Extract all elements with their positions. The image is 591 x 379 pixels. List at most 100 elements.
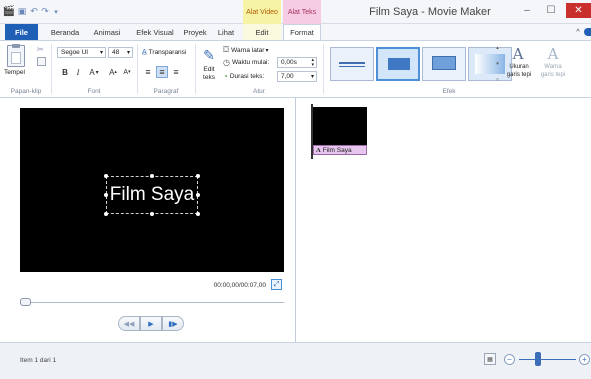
expand-gallery-icon[interactable]: ▿ xyxy=(496,77,499,83)
seek-thumb[interactable] xyxy=(20,298,31,306)
effects-gallery-scroll[interactable]: ▴ ▾ ▿ xyxy=(494,45,501,83)
zoom-thumb[interactable] xyxy=(535,352,541,366)
previous-frame-icon[interactable]: ◀◀ xyxy=(118,316,140,331)
close-icon[interactable]: ✕ xyxy=(566,3,591,18)
chevron-down-icon: ▾ xyxy=(99,50,103,56)
font-color-label: A xyxy=(89,67,95,77)
ribbon-collapse-icon[interactable]: ^ xyxy=(573,24,583,40)
clipboard-group-label: Papan-klip xyxy=(10,88,42,95)
zoom-slider[interactable] xyxy=(519,359,576,360)
paste-icon[interactable] xyxy=(7,44,25,67)
thumbnail-size-icon[interactable]: ▦ xyxy=(484,353,496,365)
shrink-font-button[interactable]: A ▾ xyxy=(121,66,133,78)
tab-animations[interactable]: Animasi xyxy=(90,24,124,40)
save-icon[interactable]: ▣ xyxy=(17,5,27,18)
next-frame-icon[interactable]: ▮▶ xyxy=(162,316,184,331)
font-group-label: Font xyxy=(87,88,101,95)
tab-format[interactable]: Format xyxy=(283,24,321,40)
help-icon[interactable] xyxy=(584,28,591,36)
effect-box-icon xyxy=(432,56,456,70)
chevron-down-icon: ▾ xyxy=(126,50,130,56)
clip-caption-bar[interactable]: A Film Saya xyxy=(313,145,367,155)
spinner-icon[interactable]: ▴ ▾ xyxy=(311,57,314,68)
time-display: 00:00,00/00:07,00 xyxy=(213,281,266,289)
bold-button[interactable]: B xyxy=(60,66,70,78)
font-size-select[interactable]: 48 ▾ xyxy=(108,47,133,58)
scroll-up-icon[interactable]: ▴ xyxy=(496,45,499,51)
video-tools-context-label: Alat Video xyxy=(243,0,281,24)
caption-text-icon: A xyxy=(316,146,321,154)
align-right-icon[interactable]: ≡ xyxy=(170,66,182,78)
paste-button-label[interactable]: Tempel xyxy=(4,68,25,77)
zoom-out-button[interactable]: − xyxy=(504,354,515,365)
chevron-down-icon: ▾ xyxy=(265,47,269,54)
resize-handle[interactable] xyxy=(196,212,200,216)
resize-handle[interactable] xyxy=(104,174,108,178)
transparency-label: Transparansi xyxy=(148,49,187,56)
caption-text[interactable]: Film Saya xyxy=(106,176,198,214)
tab-home[interactable]: Beranda xyxy=(48,24,82,40)
font-color-button[interactable]: A ▾ xyxy=(87,66,101,78)
scroll-down-icon[interactable]: ▾ xyxy=(496,61,499,67)
duration-field-label: ◔ Durasi teks: xyxy=(223,71,264,82)
grow-arrow-icon: ▴ xyxy=(114,69,117,75)
paragraph-group-label: Paragraf xyxy=(153,88,179,95)
maximize-icon[interactable]: ☐ xyxy=(540,3,562,18)
minimize-icon[interactable]: – xyxy=(516,3,538,18)
transparency-button[interactable]: A̲ Transparansi xyxy=(142,47,186,58)
play-icon[interactable]: ▶ xyxy=(140,316,162,331)
tab-project[interactable]: Proyek xyxy=(180,24,210,40)
resize-handle[interactable] xyxy=(196,174,200,178)
chevron-down-icon: ▾ xyxy=(310,74,314,80)
italic-button[interactable]: I xyxy=(73,66,83,78)
paint-bucket-icon: ⛋ xyxy=(223,45,230,54)
align-center-icon[interactable]: ≡ xyxy=(156,66,168,78)
effect-lines-icon xyxy=(339,62,365,67)
resize-handle[interactable] xyxy=(104,193,108,197)
duration-select[interactable]: 7,00 ▾ xyxy=(277,71,317,82)
resize-handle[interactable] xyxy=(104,212,108,216)
duration-label: Durasi teks: xyxy=(229,73,265,80)
start-time-value: 0,00s xyxy=(281,59,297,66)
start-time-input[interactable]: 0,00s ▴ ▾ xyxy=(277,57,317,68)
background-color-label: Warna latar xyxy=(231,46,265,54)
redo-icon[interactable]: ↷ xyxy=(40,5,50,18)
qat-dropdown-icon[interactable]: ▾ xyxy=(51,5,61,18)
adjust-group-label: Atur xyxy=(253,88,265,95)
fullscreen-icon[interactable]: ⤢ xyxy=(271,279,282,290)
edit-text-icon[interactable]: ✎ xyxy=(201,46,217,64)
resize-handle[interactable] xyxy=(196,193,200,197)
edit-text-button-label[interactable]: Edit teks xyxy=(199,66,219,84)
effect-box-icon xyxy=(388,58,410,70)
outline-size-icon[interactable]: A xyxy=(510,45,526,63)
align-left-icon[interactable]: ≡ xyxy=(142,66,154,78)
app-icon[interactable]: 🎬 xyxy=(3,5,15,18)
tab-file[interactable]: File xyxy=(5,24,38,40)
window-title: Film Saya - Movie Maker xyxy=(369,6,491,18)
font-family-select[interactable]: Segoe UI ▾ xyxy=(57,47,106,58)
effect-thumbnail[interactable] xyxy=(422,47,466,81)
outline-size-button-label[interactable]: Ukuran garis tepi xyxy=(501,64,537,80)
outline-color-button-label: Warna garis tepi xyxy=(540,64,566,78)
undo-icon[interactable]: ↶ xyxy=(29,5,39,18)
zoom-in-button[interactable]: + xyxy=(579,354,590,365)
clip-thumbnail[interactable] xyxy=(313,107,367,145)
background-color-button[interactable]: ⛋ Warna latar ▾ xyxy=(223,45,268,55)
tab-visual-effects[interactable]: Efek Visual xyxy=(134,24,176,40)
transparency-icon: A̲ xyxy=(142,49,147,56)
chevron-down-icon: ▾ xyxy=(95,69,99,76)
tab-edit[interactable]: Edit xyxy=(243,24,281,40)
copy-icon[interactable] xyxy=(37,57,46,66)
outline-color-icon: A xyxy=(547,45,559,63)
grow-font-button[interactable]: A ▴ xyxy=(107,66,119,78)
tab-view[interactable]: Lihat xyxy=(214,24,238,40)
cut-icon[interactable]: ✂ xyxy=(37,45,46,54)
clip-caption-text: Film Saya xyxy=(322,146,352,154)
resize-handle[interactable] xyxy=(150,174,154,178)
seek-bar[interactable] xyxy=(22,302,284,303)
effect-thumbnail-selected[interactable] xyxy=(376,47,420,81)
start-time-label: Waktu mulai: xyxy=(231,59,270,66)
font-size-value: 48 xyxy=(112,49,120,56)
effect-thumbnail[interactable] xyxy=(330,47,374,81)
resize-handle[interactable] xyxy=(150,212,154,216)
